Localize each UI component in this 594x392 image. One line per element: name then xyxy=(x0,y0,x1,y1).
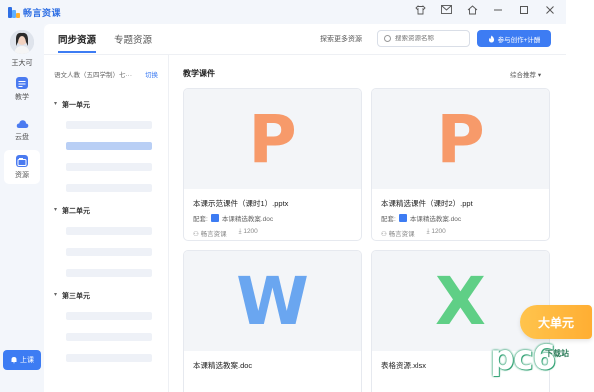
resource-card[interactable]: W 本课精选教案.doc xyxy=(183,250,362,392)
card-title: 表格资源.xlsx xyxy=(381,361,426,370)
ppt-thumbnail: P xyxy=(372,89,549,189)
resource-icon xyxy=(16,154,28,167)
attachment-prefix: 配套: xyxy=(193,216,208,223)
attachment-prefix: 配套: xyxy=(381,216,396,223)
lesson-item[interactable] xyxy=(66,312,152,320)
card-title: 本课精选教案.doc xyxy=(193,361,253,370)
username: 王大可 xyxy=(11,60,33,67)
mail-icon[interactable] xyxy=(440,5,452,19)
unit-sidebar: 语文人教（五四学制）七··· 切换 第一单元 第二单元 第三单元 xyxy=(44,55,169,392)
lesson-item[interactable] xyxy=(66,354,152,362)
card-stats: ⚇ 畅言资课 ⤓ 1200 xyxy=(381,228,446,238)
flame-icon xyxy=(488,35,494,42)
user-icon: ⚇ xyxy=(381,231,387,238)
app-logo: 畅言资课 xyxy=(8,6,61,19)
bell-icon xyxy=(11,357,17,364)
card-attachment: 配套: 本课精选教案.doc xyxy=(193,213,273,223)
nav-item-resource[interactable]: 资源 xyxy=(4,150,40,184)
attachment-name[interactable]: 本课精选教案.doc xyxy=(410,213,461,223)
doc-icon xyxy=(210,214,219,222)
ppt-thumbnail: P xyxy=(184,89,361,189)
search-input[interactable] xyxy=(395,35,465,42)
section-title: 教学课件 xyxy=(183,69,215,78)
lesson-item[interactable] xyxy=(66,227,152,235)
unit-title[interactable]: 第一单元 xyxy=(54,100,90,110)
word-icon: W xyxy=(236,262,309,340)
card-stats: ⚇ 畅言资课 ⤓ 1200 xyxy=(193,228,258,238)
unit-title[interactable]: 第三单元 xyxy=(54,291,90,301)
excel-icon: X xyxy=(435,262,486,340)
lesson-item-selected[interactable] xyxy=(66,142,152,150)
search-box[interactable] xyxy=(377,30,470,47)
maximize-icon[interactable] xyxy=(518,5,530,19)
close-icon[interactable] xyxy=(544,5,556,19)
resource-tabs: 同步资源 专题资源 xyxy=(58,32,152,53)
card-author: 畅言资课 xyxy=(200,231,227,238)
word-thumbnail: W xyxy=(184,251,361,351)
sort-dropdown[interactable]: 综合推荐 ▾ xyxy=(510,69,541,79)
create-button-label: 参与创作+计酬 xyxy=(497,36,541,44)
card-author: 畅言资课 xyxy=(388,231,415,238)
lesson-item[interactable] xyxy=(66,248,152,256)
teach-icon xyxy=(16,76,28,89)
textbook-label: 语文人教（五四学制）七··· xyxy=(54,72,132,79)
cloud-icon xyxy=(16,117,29,129)
card-downloads: 1200 xyxy=(243,228,258,235)
logo-icon xyxy=(8,7,20,18)
avatar[interactable] xyxy=(10,30,34,54)
ppt-icon: P xyxy=(436,100,485,178)
download-icon: ⤓ xyxy=(426,228,430,235)
nav-item-cloud[interactable]: 云盘 xyxy=(4,112,40,146)
tab-sync-resources[interactable]: 同步资源 xyxy=(58,32,97,53)
switch-textbook-link[interactable]: 切换 xyxy=(145,69,158,79)
live-class-label: 上课 xyxy=(20,357,34,364)
create-button[interactable]: 参与创作+计酬 xyxy=(477,30,551,47)
shirt-icon[interactable] xyxy=(414,5,426,19)
resource-card[interactable]: P 本课示范课件（课时1）.pptx 配套: 本课精选教案.doc ⚇ 畅言资课… xyxy=(183,88,362,241)
lesson-item[interactable] xyxy=(66,121,152,129)
big-unit-badge[interactable]: 大单元 xyxy=(520,305,592,339)
explore-more-link[interactable]: 探索更多资源 xyxy=(320,34,362,44)
lesson-item[interactable] xyxy=(66,269,152,277)
home-icon[interactable] xyxy=(466,5,478,19)
user-icon: ⚇ xyxy=(193,231,199,238)
attachment-name[interactable]: 本课精选教案.doc xyxy=(222,213,273,223)
card-downloads: 1200 xyxy=(431,228,446,235)
tab-topic-resources[interactable]: 专题资源 xyxy=(114,32,152,53)
nav-label: 教学 xyxy=(15,93,29,101)
lesson-item[interactable] xyxy=(66,163,152,171)
lesson-item[interactable] xyxy=(66,184,152,192)
search-icon xyxy=(384,35,391,42)
window-controls xyxy=(414,5,556,19)
minimize-icon[interactable] xyxy=(492,5,504,19)
lesson-item[interactable] xyxy=(66,333,152,341)
app-name: 畅言资课 xyxy=(23,8,62,18)
excel-thumbnail: X xyxy=(372,251,549,351)
ppt-icon: P xyxy=(248,100,297,178)
card-attachment: 配套: 本课精选教案.doc xyxy=(381,213,461,223)
sort-label: 综合推荐 xyxy=(510,72,536,79)
nav-label: 云盘 xyxy=(15,133,29,141)
app-window: 畅言资课 王大可 教学 云盘 资源 上课 同步资源 专题资源 探索更多资源 搜索… xyxy=(0,0,566,392)
nav-label: 资源 xyxy=(15,171,29,179)
chevron-down-icon: ▾ xyxy=(537,72,542,79)
card-title: 本课精选课件（课时2）.ppt xyxy=(381,199,473,208)
download-icon: ⤓ xyxy=(238,228,242,235)
unit-title[interactable]: 第二单元 xyxy=(54,206,90,216)
watermark-text: 下载站 xyxy=(545,349,569,358)
live-class-button[interactable]: 上课 xyxy=(3,350,41,370)
title-bar: 畅言资课 xyxy=(0,0,566,24)
resource-card[interactable]: P 本课精选课件（课时2）.ppt 配套: 本课精选教案.doc ⚇ 畅言资课 … xyxy=(371,88,550,241)
card-title: 本课示范课件（课时1）.pptx xyxy=(193,199,289,208)
left-nav: 王大可 教学 云盘 资源 上课 xyxy=(0,24,44,392)
doc-icon xyxy=(398,214,407,222)
nav-item-teach[interactable]: 教学 xyxy=(4,72,40,106)
